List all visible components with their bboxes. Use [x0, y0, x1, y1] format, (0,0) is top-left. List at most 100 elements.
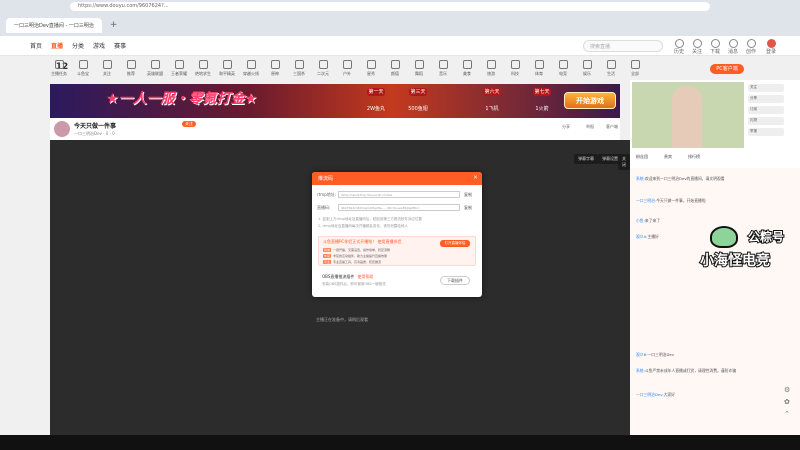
- download-button[interactable]: 下载: [708, 39, 722, 55]
- category-item[interactable]: 二次元: [312, 58, 334, 82]
- category-icon: [414, 60, 424, 69]
- category-item[interactable]: 全部: [624, 58, 646, 82]
- category-item[interactable]: 颜值: [384, 58, 406, 82]
- stream-title: 今天只做一件事: [74, 123, 117, 130]
- category-icon: [558, 60, 568, 69]
- browser-tab-active[interactable]: 一口三明治Dev直播间 - 一口三明治: [6, 17, 102, 33]
- category-item[interactable]: 推荐: [120, 58, 142, 82]
- nav-esports[interactable]: 赛事: [114, 41, 126, 50]
- close-icon[interactable]: ×: [473, 174, 478, 181]
- report-button[interactable]: 举报: [586, 124, 594, 130]
- category-item[interactable]: 旅游: [480, 58, 502, 82]
- obs-help-link[interactable]: 使用帮助: [357, 274, 373, 279]
- copy-stream-key-button[interactable]: 复制: [464, 205, 472, 211]
- tip-line-2: 2. rtmp地址及直播码每次开播都会变化，请勿泄露给他人: [318, 224, 408, 228]
- nav-games[interactable]: 游戏: [93, 41, 105, 50]
- chat-message: 系统:斗鱼严禁未成年人直播或打赏，请理性消费，谨防诈骗: [636, 368, 736, 373]
- side-gift-button[interactable]: 礼物: [748, 117, 784, 125]
- stream-key-field[interactable]: 9607624rUKXmqmXPupWe......6ltc3ouva3RiJG…: [338, 204, 460, 211]
- new-tab-button[interactable]: +: [110, 20, 118, 30]
- messages-button[interactable]: 消息: [726, 39, 740, 55]
- category-item[interactable]: 体育: [528, 58, 550, 82]
- history-button[interactable]: 历史: [672, 39, 686, 55]
- obs-plugin-section: OBS直播推流插件 使用帮助 安装OBS插件后，即可使用OBS一键推流 下载插件: [318, 272, 476, 290]
- category-item[interactable]: 户外: [336, 58, 358, 82]
- category-icon: [54, 60, 64, 69]
- category-item[interactable]: 绝地求生: [192, 58, 214, 82]
- category-icon: [462, 60, 472, 69]
- ad-banner[interactable]: ★一人一服・零氪打金★ 第一天 2W鱼丸 第三天 500鱼翅 第六天 1飞机 第七天 1…: [50, 84, 620, 118]
- rtmp-address-field[interactable]: rtmp://sendrtmp.douyucdn.cn/live: [338, 191, 460, 198]
- category-item[interactable]: 舞蹈: [408, 58, 430, 82]
- category-icon: [366, 60, 376, 69]
- user-avatar-button[interactable]: 登录: [764, 39, 778, 55]
- streamer-name[interactable]: 一口三明治Dev · 0 · 0: [74, 131, 115, 137]
- start-game-button[interactable]: 开始游戏: [564, 92, 616, 109]
- side-subscribe-button[interactable]: 订阅: [748, 106, 784, 114]
- category-item[interactable]: 音乐: [432, 58, 454, 82]
- chat-panel[interactable]: 系统:欢迎来到一口三明治Dev的直播间，请文明观看 一口三明治:今天只做一件事，…: [630, 168, 800, 435]
- banner-title: ★一人一服・零氪打金★: [106, 91, 258, 107]
- pc-client-button[interactable]: PC客户端: [710, 64, 744, 74]
- bell-icon: [728, 39, 738, 48]
- copy-rtmp-button[interactable]: 复制: [464, 192, 472, 198]
- streamer-avatar[interactable]: [54, 121, 70, 137]
- category-item[interactable]: 娱乐: [576, 58, 598, 82]
- settings-icon[interactable]: ⚙: [784, 386, 794, 394]
- follow-streamer-button[interactable]: 关注: [182, 121, 196, 127]
- category-item[interactable]: 星秀: [360, 58, 382, 82]
- side-share-button[interactable]: 分享: [748, 95, 784, 103]
- tip-line-1: 1. 复制上方rtmp地址及直播码后，粘贴到第三方推流软件对应位置: [318, 217, 422, 221]
- category-icon: [630, 60, 640, 69]
- category-item[interactable]: 穿越火线: [240, 58, 262, 82]
- search-input[interactable]: 搜索直播: [583, 40, 663, 52]
- category-item[interactable]: 和平精英: [216, 58, 238, 82]
- category-item[interactable]: 生活: [600, 58, 622, 82]
- preview-video[interactable]: [632, 82, 744, 148]
- tab-vip[interactable]: 贵宾: [664, 154, 672, 160]
- dinosaur-mascot-icon: [710, 226, 738, 248]
- side-report-button[interactable]: 举报: [748, 128, 784, 136]
- category-icon: [438, 60, 448, 69]
- create-button[interactable]: 创作: [744, 39, 758, 55]
- download-plugin-button[interactable]: 下载插件: [440, 276, 470, 285]
- scroll-top-icon[interactable]: ⌃: [784, 410, 794, 418]
- nav-live[interactable]: 直播: [51, 41, 63, 50]
- category-item[interactable]: 斗鱼宝: [72, 58, 94, 82]
- side-follow-button[interactable]: 关注: [748, 84, 784, 92]
- category-icon: [78, 60, 88, 69]
- player-close-button[interactable]: 关闭: [618, 154, 630, 170]
- follow-button[interactable]: 关注: [690, 39, 704, 55]
- tab-rank[interactable]: 排行榜: [688, 154, 700, 160]
- open-companion-button[interactable]: 打开直播伴侣: [440, 240, 470, 247]
- nav-home[interactable]: 首页: [30, 41, 42, 50]
- category-item[interactable]: 电竞: [552, 58, 574, 82]
- category-item[interactable]: 美食: [456, 58, 478, 82]
- category-icon: [126, 60, 136, 69]
- category-item[interactable]: 科技: [504, 58, 526, 82]
- category-item[interactable]: 王者荣耀: [168, 58, 190, 82]
- category-icon: [582, 60, 592, 69]
- category-item[interactable]: 主播任务: [48, 58, 70, 82]
- category-item[interactable]: 原神: [264, 58, 286, 82]
- dialog-header: 推流码 ×: [312, 172, 482, 185]
- category-item[interactable]: 三国杀: [288, 58, 310, 82]
- chat-message: 系统:欢迎来到一口三明治Dev的直播间，请文明观看: [636, 176, 725, 181]
- download-icon: [710, 39, 720, 48]
- category-icon: [318, 60, 328, 69]
- category-icon: [198, 60, 208, 69]
- category-item[interactable]: 英雄联盟: [144, 58, 166, 82]
- category-icon: [294, 60, 304, 69]
- client-button[interactable]: 客户端: [606, 124, 618, 130]
- tab-fans[interactable]: 粉丝团: [636, 154, 648, 160]
- danmaku-subtitle-button[interactable]: 弹幕字幕: [574, 154, 598, 164]
- category-item[interactable]: 关注: [96, 58, 118, 82]
- url-field[interactable]: https://www.douyu.com/9607624?...: [70, 2, 710, 11]
- gift-icon[interactable]: ✿: [784, 398, 794, 406]
- address-bar[interactable]: https://www.douyu.com/9607624?...: [0, 0, 800, 14]
- nav-category[interactable]: 分类: [72, 41, 84, 50]
- share-button[interactable]: 分享: [562, 124, 570, 130]
- category-icon: [390, 60, 400, 69]
- chat-message: 一口三明治Dev:大家好: [636, 392, 675, 397]
- clock-icon: [674, 39, 684, 48]
